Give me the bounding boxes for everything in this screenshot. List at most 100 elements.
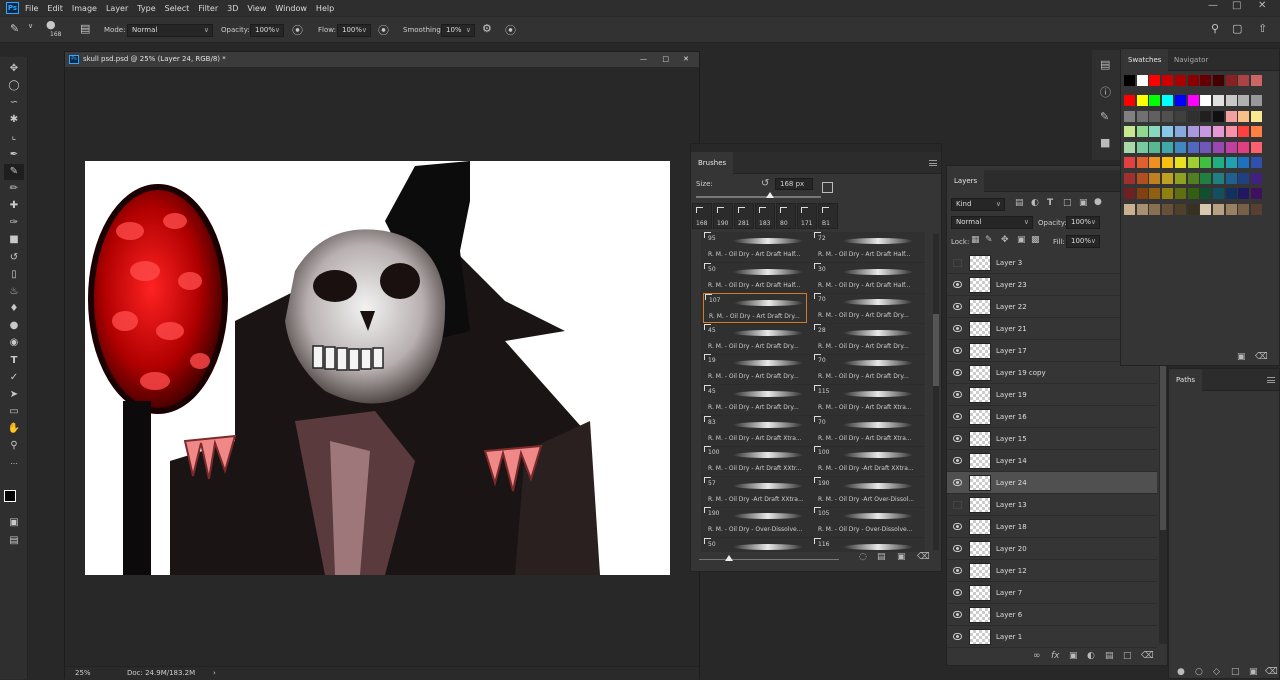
size-slider[interactable] — [696, 196, 821, 198]
eye-icon[interactable] — [953, 325, 962, 332]
color-swatch[interactable] — [1162, 110, 1174, 122]
color-swatch[interactable] — [1251, 75, 1262, 86]
brush-preset-icon[interactable]: ● — [46, 18, 56, 31]
menu-3d[interactable]: 3D — [227, 4, 238, 13]
lock-transparency-icon[interactable]: ▦ — [971, 235, 980, 245]
color-swatch[interactable] — [1251, 172, 1262, 184]
lock-position-icon[interactable]: ✥ — [1001, 235, 1009, 245]
eye-icon[interactable] — [953, 281, 962, 288]
color-swatch[interactable] — [1187, 75, 1199, 86]
color-swatch[interactable] — [1225, 157, 1237, 168]
eye-icon[interactable] — [953, 589, 962, 596]
color-swatch[interactable] — [1124, 141, 1135, 153]
menu-view[interactable]: View — [247, 4, 266, 13]
color-swatch[interactable] — [1174, 188, 1186, 199]
layer-row[interactable]: Layer 13 — [947, 494, 1157, 516]
eye-icon[interactable] — [953, 347, 962, 354]
brush-preset[interactable]: 45 R. M. - Oil Dry - Art Draft Dry... — [703, 385, 807, 415]
color-swatch[interactable] — [1200, 157, 1212, 168]
menu-file[interactable]: File — [25, 4, 38, 13]
panel-menu-icon[interactable] — [929, 160, 937, 166]
history-panel-icon[interactable]: ▤ — [1100, 58, 1110, 71]
brush-preset[interactable]: 28 R. M. - Oil Dry - Art Draft Dry... — [813, 323, 917, 354]
color-swatch[interactable] — [1124, 172, 1135, 184]
filter-shape-icon[interactable]: □ — [1063, 198, 1072, 208]
filter-kind-select[interactable]: Kind — [951, 198, 1005, 211]
color-swatch[interactable] — [1149, 203, 1161, 215]
new-brush-icon[interactable]: ▣ — [897, 552, 906, 562]
brush-preset[interactable]: 70 R. M. - Oil Dry - Art Draft Xtra... — [813, 415, 917, 446]
color-swatch[interactable] — [1238, 110, 1250, 122]
new-group-icon[interactable]: ▤ — [1105, 651, 1114, 661]
color-swatch[interactable] — [1225, 95, 1237, 106]
layer-row[interactable]: Layer 24 — [947, 472, 1157, 494]
color-swatch[interactable] — [1187, 203, 1199, 215]
quick-mask-icon[interactable]: ▣ — [4, 515, 24, 531]
brush-scroll-thumb[interactable] — [933, 314, 939, 386]
color-swatch[interactable] — [1200, 75, 1212, 86]
mode-select[interactable]: Normal — [127, 24, 213, 37]
menu-select[interactable]: Select — [165, 4, 190, 13]
color-swatch[interactable] — [1238, 188, 1250, 199]
flow-input[interactable]: 100% — [337, 24, 371, 37]
brush-preset[interactable]: 50R. M. - Oil Dry - Art Over-Disso... — [703, 538, 807, 552]
brush-preset[interactable]: 45 R. M. - Oil Dry - Art Draft Dry... — [703, 323, 807, 354]
brush-preset[interactable]: 30 R. M. - Oil Dry - Art Draft Half... — [813, 262, 917, 293]
layer-row[interactable]: Layer 7 — [947, 582, 1157, 604]
color-swatch[interactable] — [1174, 75, 1186, 86]
link-layers-icon[interactable]: ∞ — [1033, 651, 1041, 661]
menu-filter[interactable]: Filter — [198, 4, 218, 13]
recent-brush-preset[interactable]: B1 — [818, 203, 838, 229]
color-swatch[interactable] — [1136, 203, 1148, 215]
history-tool-icon[interactable]: ↺ — [4, 250, 24, 266]
maximize-icon[interactable]: □ — [1232, 0, 1241, 11]
color-swatch[interactable] — [1212, 126, 1224, 137]
blend-mode-select[interactable]: Normal — [951, 216, 1033, 229]
eye-icon[interactable] — [953, 479, 962, 486]
eye-icon[interactable] — [953, 611, 962, 618]
eye-icon[interactable] — [953, 545, 962, 552]
paint-bucket-tool-icon[interactable]: ♨ — [4, 284, 24, 300]
minimize-icon[interactable]: — — [640, 52, 647, 67]
lock-artboard-icon[interactable]: ▣ — [1017, 235, 1026, 245]
layer-row[interactable]: Layer 6 — [947, 604, 1157, 626]
color-swatch[interactable] — [1200, 141, 1212, 153]
chevron-down-icon[interactable]: ∨ — [28, 22, 33, 30]
filter-pixel-icon[interactable]: ▤ — [1015, 198, 1024, 208]
color-swatch[interactable] — [1251, 126, 1262, 137]
brush-preset[interactable]: 107 R. M. - Oil Dry - Art Draft Dry... — [703, 293, 807, 324]
color-swatch[interactable] — [1212, 75, 1224, 86]
screen-mode-icon[interactable]: ▤ — [4, 533, 24, 549]
color-swatch[interactable] — [1136, 110, 1148, 122]
eye-icon[interactable] — [953, 413, 962, 420]
color-swatch[interactable] — [1174, 141, 1186, 153]
color-swatch[interactable] — [1136, 172, 1148, 184]
color-swatch[interactable] — [1124, 110, 1135, 122]
share-icon[interactable]: ⇧ — [1258, 22, 1267, 35]
work-path-icon[interactable]: □ — [1231, 667, 1240, 677]
menu-edit[interactable]: Edit — [47, 4, 63, 13]
layer-row[interactable]: Layer 14 — [947, 450, 1157, 472]
color-swatch[interactable] — [1251, 157, 1262, 168]
recent-brush-preset[interactable]: 183 — [755, 203, 775, 229]
color-swatch[interactable] — [1162, 95, 1174, 106]
brush-preset[interactable]: 115 R. M. - Oil Dry - Art Draft Xtra... — [813, 385, 917, 415]
eye-icon[interactable] — [953, 303, 962, 310]
color-swatch[interactable] — [1187, 126, 1199, 137]
color-swatch[interactable] — [1174, 172, 1186, 184]
color-swatch[interactable] — [1136, 95, 1148, 106]
color-swatch[interactable] — [1187, 188, 1199, 199]
trash-icon[interactable]: ⌫ — [917, 552, 930, 562]
color-swatch[interactable] — [1174, 157, 1186, 168]
recent-brush-preset[interactable]: 281 — [734, 203, 754, 229]
color-swatch[interactable] — [1212, 203, 1224, 215]
color-swatch[interactable] — [1212, 157, 1224, 168]
color-swatch[interactable] — [1238, 141, 1250, 153]
new-group-icon[interactable]: ▤ — [877, 552, 886, 562]
filter-adjustment-icon[interactable]: ◐ — [1031, 198, 1039, 208]
tab-layers[interactable]: Layers — [947, 170, 985, 192]
color-swatch[interactable] — [1225, 188, 1237, 199]
color-swatch[interactable] — [1238, 203, 1250, 215]
selection-path-icon[interactable]: ◇ — [1213, 667, 1220, 677]
color-swatch[interactable] — [1162, 126, 1174, 137]
